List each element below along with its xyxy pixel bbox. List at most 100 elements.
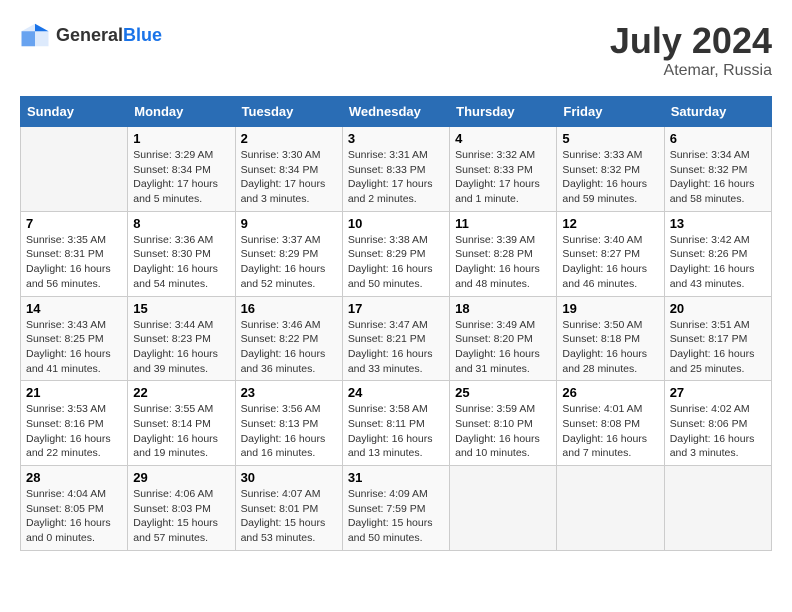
sunrise-text: Sunrise: 3:31 AM [348,149,428,161]
calendar-cell: 5 Sunrise: 3:33 AM Sunset: 8:32 PM Dayli… [557,127,664,212]
day-number: 1 [133,131,229,146]
calendar-cell: 19 Sunrise: 3:50 AM Sunset: 8:18 PM Dayl… [557,296,664,381]
day-number: 19 [562,301,658,316]
sunset-text: Sunset: 8:33 PM [455,164,533,176]
calendar-table: SundayMondayTuesdayWednesdayThursdayFrid… [20,96,772,551]
day-info: Sunrise: 3:51 AM Sunset: 8:17 PM Dayligh… [670,318,766,377]
sunset-text: Sunset: 8:32 PM [562,164,640,176]
day-number: 16 [241,301,337,316]
calendar-cell: 18 Sunrise: 3:49 AM Sunset: 8:20 PM Dayl… [450,296,557,381]
calendar-cell: 4 Sunrise: 3:32 AM Sunset: 8:33 PM Dayli… [450,127,557,212]
sunset-text: Sunset: 8:01 PM [241,503,319,515]
sunrise-text: Sunrise: 3:58 AM [348,403,428,415]
sunrise-text: Sunrise: 3:40 AM [562,234,642,246]
location: Atemar, Russia [610,62,772,80]
daylight-text: Daylight: 16 hours and 19 minutes. [133,433,218,460]
sunset-text: Sunset: 8:28 PM [455,248,533,260]
month-year: July 2024 [610,20,772,62]
day-number: 4 [455,131,551,146]
daylight-text: Daylight: 16 hours and 16 minutes. [241,433,326,460]
daylight-text: Daylight: 15 hours and 53 minutes. [241,517,326,544]
day-number: 10 [348,216,444,231]
day-number: 28 [26,470,122,485]
daylight-text: Daylight: 16 hours and 59 minutes. [562,178,647,205]
sunrise-text: Sunrise: 3:32 AM [455,149,535,161]
day-info: Sunrise: 3:53 AM Sunset: 8:16 PM Dayligh… [26,402,122,461]
calendar-cell: 15 Sunrise: 3:44 AM Sunset: 8:23 PM Dayl… [128,296,235,381]
calendar-cell: 17 Sunrise: 3:47 AM Sunset: 8:21 PM Dayl… [342,296,449,381]
calendar-cell: 25 Sunrise: 3:59 AM Sunset: 8:10 PM Dayl… [450,381,557,466]
day-number: 30 [241,470,337,485]
sunrise-text: Sunrise: 3:53 AM [26,403,106,415]
calendar-cell: 8 Sunrise: 3:36 AM Sunset: 8:30 PM Dayli… [128,211,235,296]
calendar-cell: 10 Sunrise: 3:38 AM Sunset: 8:29 PM Dayl… [342,211,449,296]
day-number: 24 [348,385,444,400]
day-number: 2 [241,131,337,146]
calendar-cell: 28 Sunrise: 4:04 AM Sunset: 8:05 PM Dayl… [21,466,128,551]
sunset-text: Sunset: 8:14 PM [133,418,211,430]
day-info: Sunrise: 3:47 AM Sunset: 8:21 PM Dayligh… [348,318,444,377]
day-info: Sunrise: 3:29 AM Sunset: 8:34 PM Dayligh… [133,148,229,207]
day-info: Sunrise: 3:36 AM Sunset: 8:30 PM Dayligh… [133,233,229,292]
daylight-text: Daylight: 17 hours and 5 minutes. [133,178,218,205]
calendar-cell: 14 Sunrise: 3:43 AM Sunset: 8:25 PM Dayl… [21,296,128,381]
sunset-text: Sunset: 8:21 PM [348,333,426,345]
calendar-cell: 9 Sunrise: 3:37 AM Sunset: 8:29 PM Dayli… [235,211,342,296]
sunrise-text: Sunrise: 3:43 AM [26,319,106,331]
day-info: Sunrise: 3:37 AM Sunset: 8:29 PM Dayligh… [241,233,337,292]
daylight-text: Daylight: 16 hours and 52 minutes. [241,263,326,290]
day-number: 25 [455,385,551,400]
sunset-text: Sunset: 8:08 PM [562,418,640,430]
sunset-text: Sunset: 8:25 PM [26,333,104,345]
day-number: 9 [241,216,337,231]
daylight-text: Daylight: 16 hours and 48 minutes. [455,263,540,290]
sunrise-text: Sunrise: 3:47 AM [348,319,428,331]
sunset-text: Sunset: 8:20 PM [455,333,533,345]
column-header-thursday: Thursday [450,97,557,127]
sunrise-text: Sunrise: 4:04 AM [26,488,106,500]
day-number: 6 [670,131,766,146]
daylight-text: Daylight: 16 hours and 54 minutes. [133,263,218,290]
sunrise-text: Sunrise: 4:06 AM [133,488,213,500]
day-info: Sunrise: 3:55 AM Sunset: 8:14 PM Dayligh… [133,402,229,461]
calendar-cell [557,466,664,551]
daylight-text: Daylight: 15 hours and 57 minutes. [133,517,218,544]
daylight-text: Daylight: 16 hours and 56 minutes. [26,263,111,290]
day-info: Sunrise: 3:33 AM Sunset: 8:32 PM Dayligh… [562,148,658,207]
day-info: Sunrise: 4:09 AM Sunset: 7:59 PM Dayligh… [348,487,444,546]
calendar-cell: 16 Sunrise: 3:46 AM Sunset: 8:22 PM Dayl… [235,296,342,381]
column-header-saturday: Saturday [664,97,771,127]
day-info: Sunrise: 3:30 AM Sunset: 8:34 PM Dayligh… [241,148,337,207]
sunset-text: Sunset: 8:31 PM [26,248,104,260]
daylight-text: Daylight: 16 hours and 41 minutes. [26,348,111,375]
sunrise-text: Sunrise: 3:30 AM [241,149,321,161]
sunrise-text: Sunrise: 4:07 AM [241,488,321,500]
calendar-cell: 2 Sunrise: 3:30 AM Sunset: 8:34 PM Dayli… [235,127,342,212]
sunset-text: Sunset: 8:05 PM [26,503,104,515]
day-number: 23 [241,385,337,400]
day-info: Sunrise: 3:56 AM Sunset: 8:13 PM Dayligh… [241,402,337,461]
sunrise-text: Sunrise: 3:55 AM [133,403,213,415]
sunset-text: Sunset: 8:16 PM [26,418,104,430]
sunset-text: Sunset: 8:30 PM [133,248,211,260]
daylight-text: Daylight: 16 hours and 31 minutes. [455,348,540,375]
sunrise-text: Sunrise: 3:50 AM [562,319,642,331]
sunset-text: Sunset: 8:23 PM [133,333,211,345]
daylight-text: Daylight: 16 hours and 58 minutes. [670,178,755,205]
sunrise-text: Sunrise: 3:46 AM [241,319,321,331]
calendar-cell: 31 Sunrise: 4:09 AM Sunset: 7:59 PM Dayl… [342,466,449,551]
sunrise-text: Sunrise: 3:51 AM [670,319,750,331]
day-info: Sunrise: 4:02 AM Sunset: 8:06 PM Dayligh… [670,402,766,461]
day-number: 14 [26,301,122,316]
sunset-text: Sunset: 8:06 PM [670,418,748,430]
day-info: Sunrise: 3:40 AM Sunset: 8:27 PM Dayligh… [562,233,658,292]
daylight-text: Daylight: 16 hours and 39 minutes. [133,348,218,375]
day-info: Sunrise: 3:32 AM Sunset: 8:33 PM Dayligh… [455,148,551,207]
day-number: 11 [455,216,551,231]
logo: GeneralBlue [20,20,162,50]
sunrise-text: Sunrise: 4:01 AM [562,403,642,415]
day-number: 7 [26,216,122,231]
sunset-text: Sunset: 8:17 PM [670,333,748,345]
sunset-text: Sunset: 8:03 PM [133,503,211,515]
calendar-cell: 3 Sunrise: 3:31 AM Sunset: 8:33 PM Dayli… [342,127,449,212]
